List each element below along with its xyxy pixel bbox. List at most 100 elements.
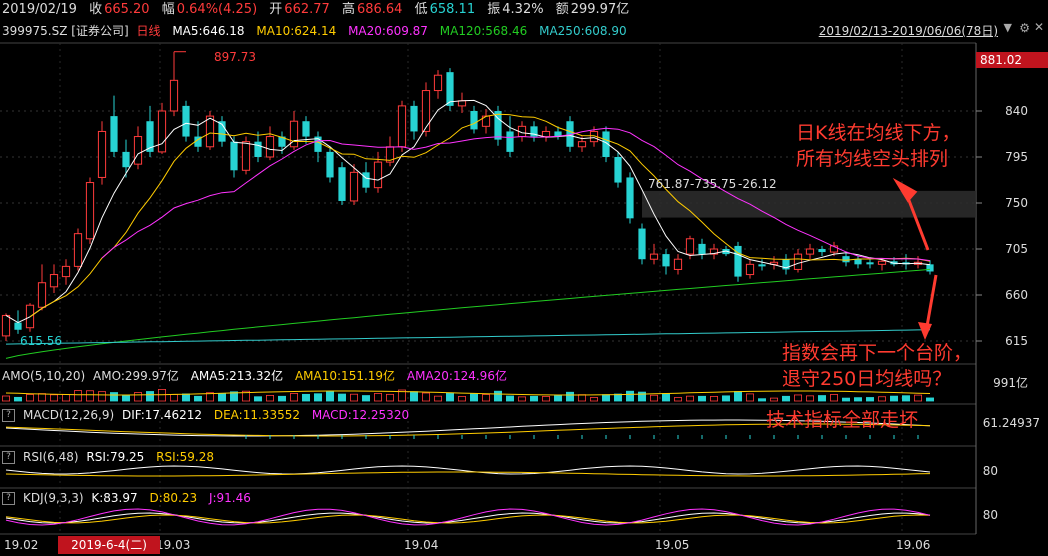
kdj-help-button[interactable]: ? <box>2 492 15 505</box>
amo-bar <box>62 394 71 402</box>
amo-bar <box>758 398 767 402</box>
candle-body-down <box>506 131 514 152</box>
cursor-date-badge: 2019-6-4(二) <box>58 536 160 554</box>
amo-bar <box>313 393 322 402</box>
price-tick-795: 795 <box>1005 150 1028 164</box>
amo-bar <box>722 395 731 402</box>
candle-body-down <box>302 121 310 137</box>
ama5-value: AMA5:213.32亿 <box>190 369 284 383</box>
rsi-help-button[interactable]: ? <box>2 451 15 464</box>
amo-bar <box>782 395 791 402</box>
amo-bar <box>301 393 310 402</box>
amo-bar <box>445 392 454 402</box>
candle-body-up <box>169 79 179 112</box>
amo-bar <box>926 397 935 402</box>
candle-body-up <box>685 238 695 255</box>
amo-bar <box>50 394 59 402</box>
amo-bar <box>770 397 779 402</box>
amo-bar <box>638 391 647 402</box>
amo-bar <box>530 395 539 402</box>
amo-bar <box>794 394 803 402</box>
amo-bar <box>650 394 659 402</box>
candle-body-down <box>110 116 118 152</box>
amo-bar <box>193 395 202 402</box>
amo-bar <box>830 394 839 402</box>
candle-body-up <box>349 171 359 202</box>
amo-bar <box>469 393 478 402</box>
amo-bar <box>385 393 394 402</box>
amo-label: AMO(5,10,20) <box>2 369 86 383</box>
amo-axis-label: 991亿 <box>993 376 1028 390</box>
amo-bar <box>518 396 527 402</box>
j-value: J:91.46 <box>208 491 251 505</box>
amo-bar <box>133 392 142 402</box>
ama10-value: AMA10:151.19亿 <box>294 369 396 383</box>
kdj-legend: ? KDJ(9,3,3) K:83.97 D:80.23 J:91.46 <box>2 491 259 505</box>
dif-value: DIF:17.46212 <box>121 408 203 422</box>
amo-bar <box>217 393 226 402</box>
amo-bar <box>145 391 154 402</box>
candle-body-up <box>73 233 83 267</box>
amo-bar <box>74 390 83 402</box>
candle-body-down <box>230 141 238 171</box>
candle-body-down <box>14 322 22 330</box>
macd-help-button[interactable]: ? <box>2 409 15 422</box>
candle-body-up <box>133 136 143 165</box>
amo-bar <box>122 394 131 402</box>
high-marker-label: 897.73 <box>214 50 256 64</box>
candle-body-down <box>470 111 478 130</box>
amo-bar <box>98 391 107 402</box>
rsi1-value: RSI:79.25 <box>86 450 145 464</box>
candle-body-down <box>818 249 826 253</box>
candle-body-down <box>758 264 766 267</box>
amo-bar <box>181 393 190 402</box>
amo-bar <box>866 397 875 402</box>
range-diff-label: -26.12 <box>738 177 777 191</box>
amo-bar <box>818 395 827 402</box>
amo-legend: AMO(5,10,20) AMO:299.97亿 AMA5:213.32亿 AM… <box>2 367 515 384</box>
amo-bar <box>349 393 358 402</box>
candle-body-up <box>205 115 215 148</box>
candle-body-down <box>854 259 862 265</box>
candle-body-up <box>373 161 383 189</box>
amo-bar <box>746 393 755 402</box>
kdj-label: KDJ(9,3,3) <box>23 491 84 505</box>
amo-bar <box>38 393 47 402</box>
annotation-bearish-alignment: 日K线在均线下方， 所有均线空头排列 <box>796 120 960 172</box>
candle-body-up <box>241 141 251 171</box>
candle-body-up <box>433 74 443 92</box>
amo-bar <box>457 396 466 402</box>
candle-body-down <box>626 177 634 219</box>
candle-body-down <box>446 72 454 106</box>
amo-bar <box>710 396 719 402</box>
amo-bar <box>409 391 418 402</box>
candle-body-down <box>698 243 706 255</box>
amo-bar <box>662 393 671 402</box>
amo-bar <box>421 392 430 402</box>
candle-body-down <box>638 228 646 260</box>
amo-bar <box>505 395 514 402</box>
candle-body-up <box>157 110 167 153</box>
annotation-line: 退守250日均线吗？ <box>782 368 952 390</box>
amo-bar <box>253 396 262 402</box>
d-value: D:80.23 <box>149 491 198 505</box>
macd-label: MACD(12,26,9) <box>23 408 115 422</box>
rsi-line <box>5 465 931 475</box>
candle-body-up <box>37 282 47 308</box>
amo-bar <box>325 391 334 402</box>
candle-body-up <box>421 90 431 132</box>
amo-bar <box>734 391 743 402</box>
candle-body-up <box>85 182 95 240</box>
time-label-1906: 19.06 <box>896 538 931 552</box>
candle-body-up <box>265 136 275 158</box>
rsi-legend: ? RSI(6,48) RSI:79.25 RSI:59.28 <box>2 450 222 464</box>
amo-bar <box>698 395 707 402</box>
candle-body-up <box>49 274 59 288</box>
amo-bar <box>361 395 370 402</box>
candle-body-down <box>254 141 262 157</box>
candle-body-up <box>1 314 11 337</box>
price-tick-750: 750 <box>1005 196 1028 210</box>
price-tick-660: 660 <box>1005 288 1028 302</box>
candle-body-up <box>577 141 587 148</box>
price-tick-615: 615 <box>1005 334 1028 348</box>
